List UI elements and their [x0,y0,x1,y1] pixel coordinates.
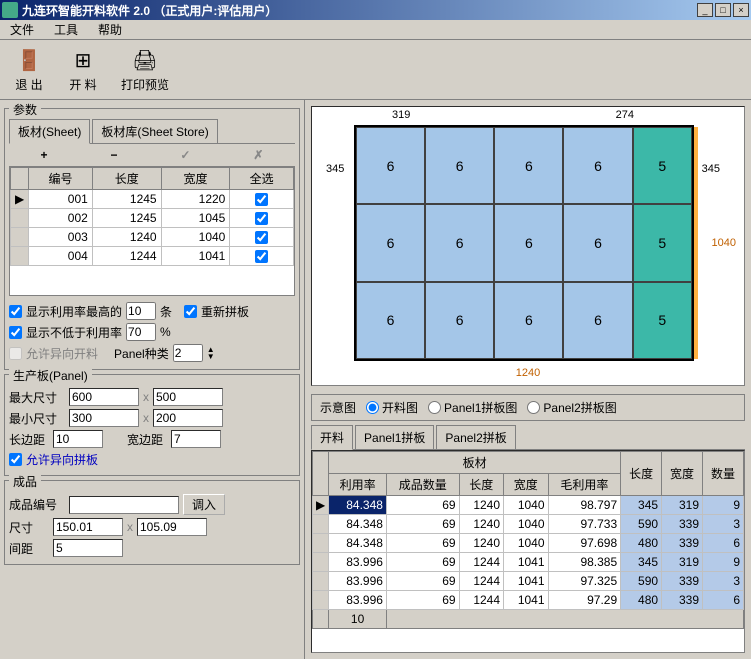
remove-row-button[interactable]: − [102,148,125,162]
tab-panel1-result[interactable]: Panel1拼板 [355,425,434,449]
long-margin-input[interactable] [53,430,103,448]
tab-sheet-store[interactable]: 板材库(Sheet Store) [92,119,217,143]
menu-tools[interactable]: 工具 [48,19,84,40]
diagram-cell: 6 [494,204,563,281]
select-checkbox[interactable] [255,212,268,225]
table-row[interactable]: 84.348691240104097.733 5903393 [313,515,744,534]
table-row[interactable]: 00412441041 [11,247,294,266]
table-row[interactable]: 84.348691240104097.698 4803396 [313,534,744,553]
show-top-checkbox[interactable] [9,305,22,318]
table-row[interactable]: 00312401040 [11,228,294,247]
add-row-button[interactable]: + [32,148,55,162]
diagram-cell: 6 [425,204,494,281]
params-title: 参数 [9,101,41,118]
table-row[interactable]: ▶00112451220 [11,190,294,209]
tab-panel2-result[interactable]: Panel2拼板 [436,425,515,449]
app-icon [2,2,18,18]
diagram-cell: 6 [563,127,632,204]
exit-button[interactable]: 🚪 退 出 [8,41,50,98]
result-table[interactable]: 板材 长度 宽度 数量 利用率 成品数量 长度 宽度 毛利用率 ▶ 84.348… [311,450,745,653]
panel-title: 生产板(Panel) [9,367,92,384]
table-row[interactable]: 00212451045 [11,209,294,228]
left-panel: 参数 板材(Sheet) 板材库(Sheet Store) + − ✓ ✗ 编号… [0,100,305,659]
radio-panel2-view[interactable]: Panel2拼板图 [527,399,616,416]
diagram-cell: 6 [425,282,494,359]
max-width-input[interactable] [69,388,139,406]
table-row[interactable]: ▶ 84.348691240104098.797 3453199 [313,496,744,515]
diagram-cell: 6 [563,282,632,359]
right-panel: 319 274 345 345 1040 1240 66665666656666… [305,100,751,659]
table-row[interactable]: 83.996691244104197.325 5903393 [313,572,744,591]
min-width-input[interactable] [69,409,139,427]
select-checkbox[interactable] [255,250,268,263]
maximize-button[interactable]: □ [715,3,731,17]
table-row[interactable]: 83.996691244104197.29 4803396 [313,591,744,610]
min-height-input[interactable] [153,409,223,427]
select-checkbox[interactable] [255,193,268,206]
diagram-cell: 5 [633,282,692,359]
show-top-input[interactable] [126,302,156,320]
gap-input[interactable] [53,539,123,557]
confirm-button[interactable]: ✓ [172,148,198,162]
print-preview-button[interactable]: 🖨 打印预览 [116,41,174,98]
layout-diagram: 319 274 345 345 1040 1240 66665666656666… [311,106,745,386]
diagram-cell: 6 [494,282,563,359]
diagram-cell: 6 [425,127,494,204]
toolbar: 🚪 退 出 ⊞ 开 料 🖨 打印预览 [0,40,751,100]
cancel-edit-button[interactable]: ✗ [245,148,271,162]
show-min-input[interactable] [126,323,156,341]
allow-hetero-checkbox [9,347,22,360]
radio-panel1-view[interactable]: Panel1拼板图 [428,399,517,416]
sheet-table[interactable]: 编号 长度 宽度 全选 ▶001124512200021245104500312… [9,166,295,296]
panel-types-input [173,344,203,362]
window-title: 九连环智能开料软件 2.0 （正式用户:评估用户） [22,2,697,19]
diagram-cell: 5 [633,204,692,281]
select-checkbox[interactable] [255,231,268,244]
cut-button[interactable]: ⊞ 开 料 [62,41,104,98]
diagram-cell: 6 [563,204,632,281]
size-height-input[interactable] [137,518,207,536]
allow-diff-checkbox[interactable] [9,453,22,466]
view-options: 示意图 开料图 Panel1拼板图 Panel2拼板图 [311,394,745,421]
wide-margin-input[interactable] [171,430,221,448]
tab-cut-result[interactable]: 开料 [311,425,353,450]
minimize-button[interactable]: _ [697,3,713,17]
menubar: 文件 工具 帮助 [0,20,751,40]
diagram-cell: 6 [494,127,563,204]
diagram-cell: 6 [356,127,425,204]
recalc-checkbox[interactable] [184,305,197,318]
diagram-cell: 6 [356,204,425,281]
load-button[interactable]: 调入 [183,494,225,515]
show-min-checkbox[interactable] [9,326,22,339]
radio-cut-view[interactable]: 开料图 [366,399,418,416]
max-height-input[interactable] [153,388,223,406]
size-width-input[interactable] [53,518,123,536]
close-button[interactable]: × [733,3,749,17]
titlebar: 九连环智能开料软件 2.0 （正式用户:评估用户） _ □ × [0,0,751,20]
exit-icon: 🚪 [13,46,45,74]
table-row[interactable]: 83.996691244104198.385 3453199 [313,553,744,572]
menu-file[interactable]: 文件 [4,19,40,40]
grid-icon: ⊞ [67,46,99,74]
diagram-cell: 5 [633,127,692,204]
product-id-input[interactable] [69,496,179,514]
spin-icon[interactable]: ▲▼ [207,346,215,360]
menu-help[interactable]: 帮助 [92,19,128,40]
product-title: 成品 [9,473,41,490]
printer-icon: 🖨 [129,46,161,74]
diagram-cell: 6 [356,282,425,359]
tab-sheet[interactable]: 板材(Sheet) [9,119,90,144]
